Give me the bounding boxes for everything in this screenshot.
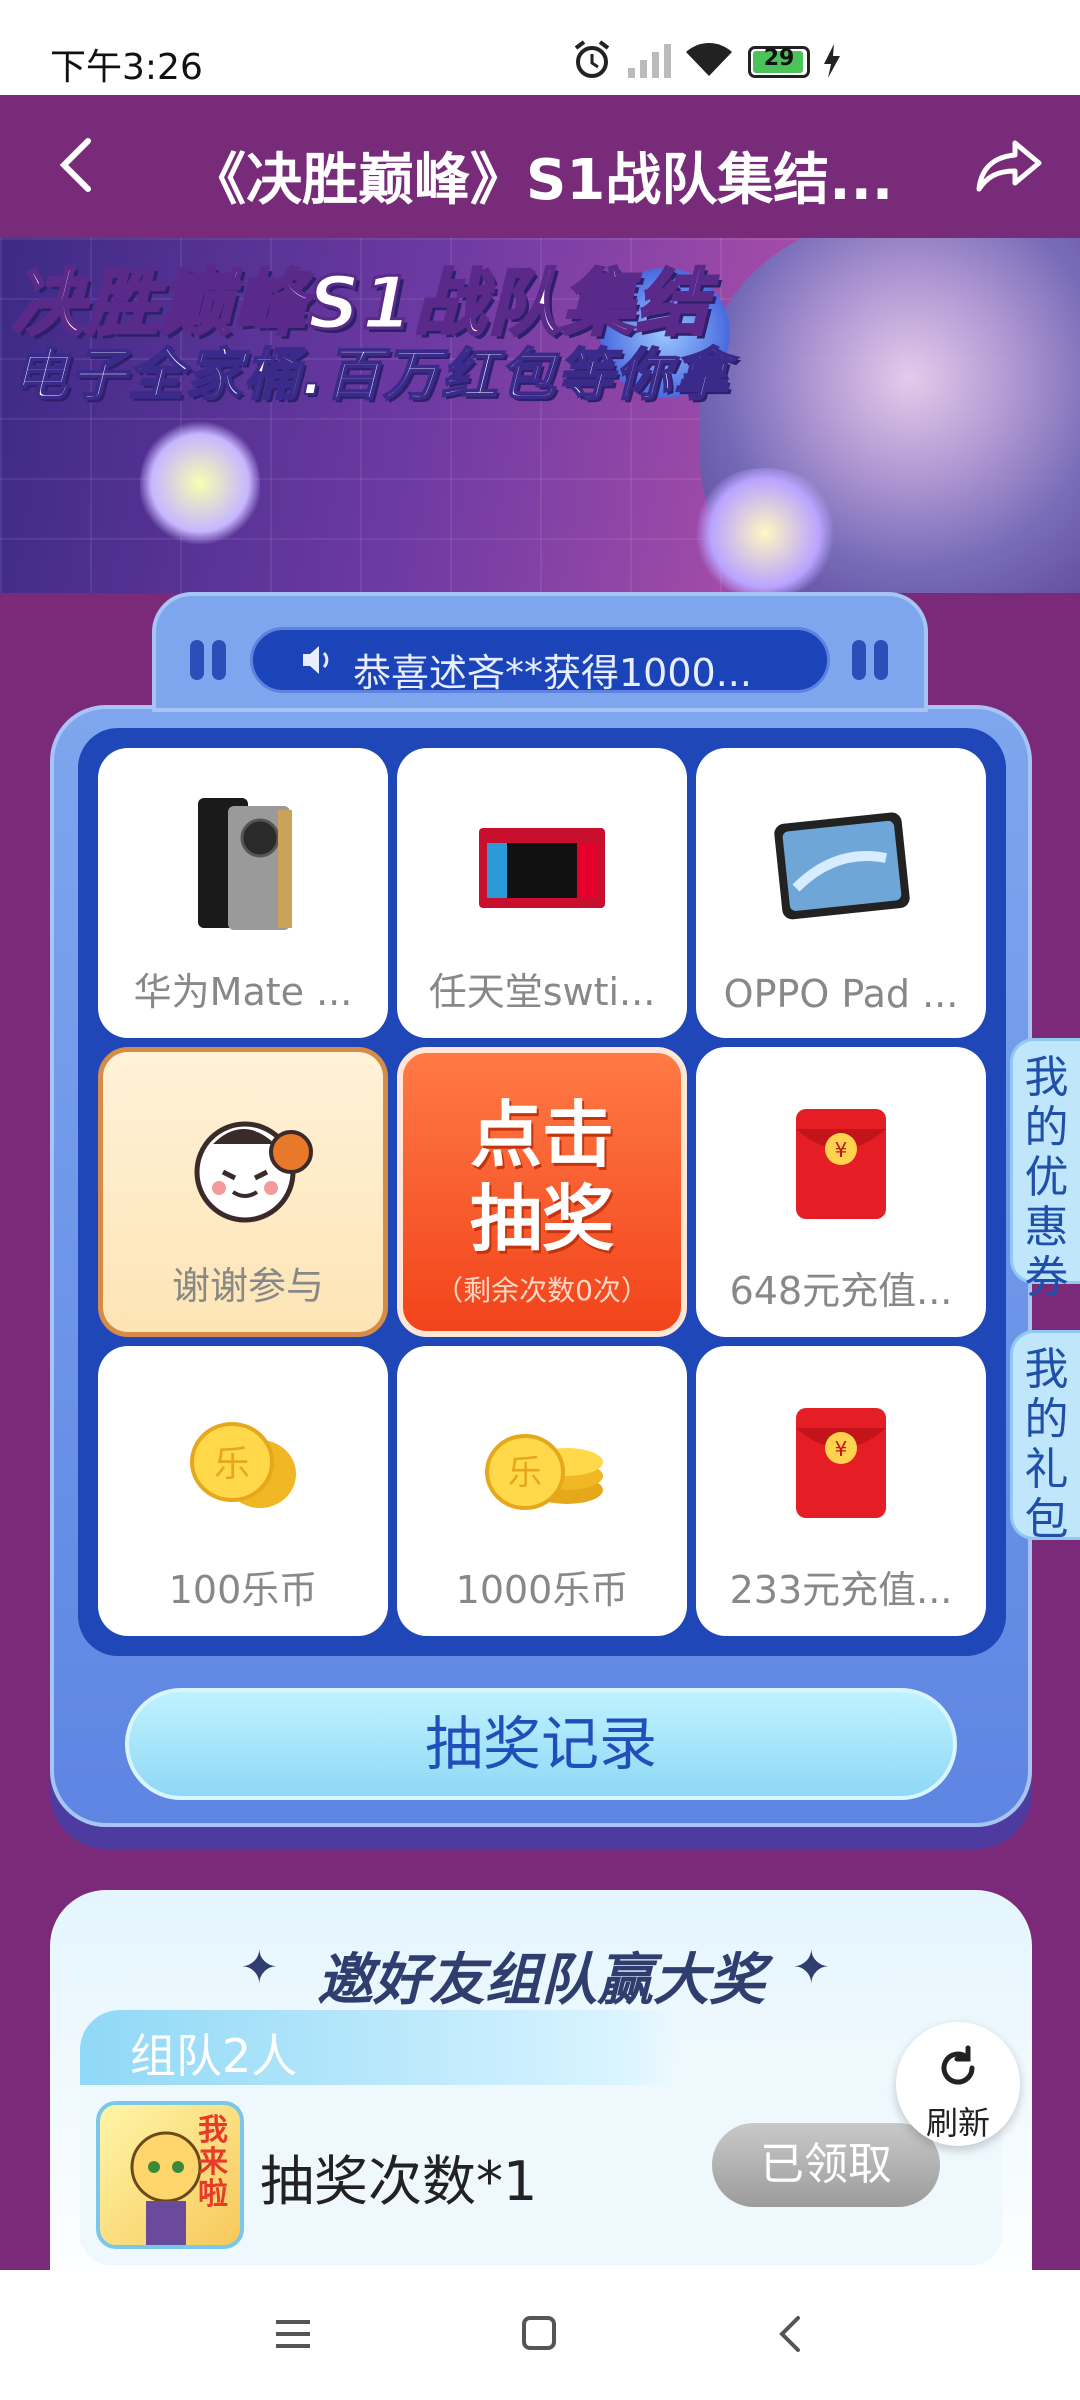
prize-item: ¥ 648元充值... [696, 1047, 986, 1337]
banner-subtitle: 电子全家桶.百万红包等你拿 [11, 342, 732, 409]
marquee-text: 恭喜述吝**获得1000... [353, 651, 752, 695]
svg-text:¥: ¥ [835, 1437, 848, 1461]
my-coupons-tab[interactable]: 我的优惠券 [1010, 1038, 1080, 1303]
share-icon[interactable] [975, 135, 1045, 195]
reward-text: 抽奖次数*1 [260, 2150, 538, 2213]
charging-icon [824, 44, 840, 78]
my-gifts-tab[interactable]: 我的礼包 [1010, 1330, 1080, 1540]
speaker-icon [303, 646, 329, 674]
remaining-draws: （剩余次数0次） [435, 1274, 649, 1307]
promo-banner: 决胜巅峰S1战队集结 电子全家桶.百万红包等你拿 [0, 238, 1080, 593]
prize-item: 任天堂swti... [397, 748, 687, 1038]
back-nav-icon[interactable] [776, 2314, 806, 2354]
system-nav-bar [0, 2270, 1080, 2400]
team-heading: 邀好友组队赢大奖 [317, 1948, 765, 2013]
butterfly-decoration [140, 418, 260, 548]
team-invite-card: ✦ 邀好友组队赢大奖 ✦ 组队2人 我来啦 抽奖次数*1 已领取 [50, 1890, 1032, 2310]
alarm-icon [574, 40, 610, 78]
tablet-icon [774, 812, 910, 920]
reward-avatar: 我来啦 [96, 2101, 244, 2249]
coin-stack-icon: 乐 [485, 1434, 603, 1510]
status-time: 下午3:26 [50, 47, 203, 88]
svg-text:¥: ¥ [835, 1138, 848, 1162]
team-tier-tag: 组队2人 [80, 2010, 680, 2090]
prize-item-thanks: 谢谢参与 [98, 1047, 388, 1337]
refresh-icon [941, 2045, 975, 2085]
red-envelope-icon: ¥ [796, 1408, 886, 1518]
page-title: 《决胜巅峰》S1战队集结... [190, 148, 894, 213]
status-bar: 下午3:26 29 [0, 0, 1080, 95]
battery-icon: 29 [748, 46, 810, 78]
prize-item: 乐 100乐币 [98, 1346, 388, 1636]
prize-item: ¥ 233元充值... [696, 1346, 986, 1636]
svg-text:乐: 乐 [508, 1453, 542, 1493]
draw-button[interactable]: 点击 抽奖 （剩余次数0次） [397, 1047, 687, 1337]
refresh-button[interactable]: 刷新 [896, 2022, 1020, 2146]
menu-icon[interactable] [274, 2316, 314, 2352]
winner-marquee: 恭喜述吝**获得1000... [250, 627, 830, 695]
red-envelope-icon: ¥ [796, 1109, 886, 1219]
prize-item: 华为Mate ... [98, 748, 388, 1038]
game-console-icon [479, 828, 605, 908]
back-arrow-icon[interactable] [50, 135, 110, 195]
phone-icon [198, 798, 292, 930]
coin-icon: 乐 [190, 1422, 296, 1508]
signal-icon [628, 44, 671, 78]
prize-item: 乐 1000乐币 [397, 1346, 687, 1636]
wifi-icon [686, 43, 732, 76]
home-icon[interactable] [520, 2314, 560, 2354]
sparkle-icon: ✦ [792, 1940, 831, 1994]
thanks-mascot-icon [194, 1121, 313, 1223]
butterfly-decoration [690, 468, 840, 593]
svg-text:乐: 乐 [214, 1444, 250, 1485]
prize-grid: 华为Mate ... 任天堂swti... OPPO Pad ... 谢谢参与 [78, 728, 1006, 1656]
team-reward-row: 我来啦 抽奖次数*1 已领取 [80, 2085, 1002, 2265]
page-header: 《决胜巅峰》S1战队集结... [0, 95, 1080, 238]
prize-item: OPPO Pad ... [696, 748, 986, 1038]
lottery-record-button[interactable]: 抽奖记录 [125, 1688, 957, 1800]
